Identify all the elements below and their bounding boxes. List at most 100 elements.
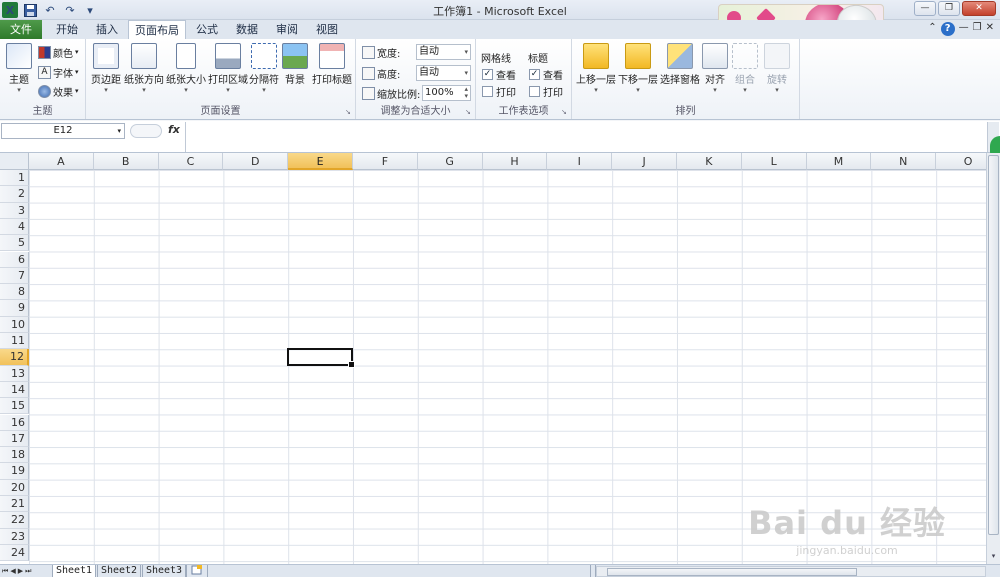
column-header-h[interactable]: H (482, 153, 548, 170)
row-header-22[interactable]: 22 (0, 512, 29, 529)
background-button[interactable]: 背景 (282, 43, 308, 86)
colors-button[interactable]: 颜色 ▾ (38, 44, 79, 60)
column-header-d[interactable]: D (223, 153, 289, 170)
align-button[interactable]: 对齐 ▾ (702, 43, 728, 94)
restore-button[interactable]: ❐ (938, 1, 960, 16)
row-header-10[interactable]: 10 (0, 316, 29, 333)
row-header-20[interactable]: 20 (0, 479, 29, 496)
row-header-24[interactable]: 24 (0, 544, 29, 562)
active-cell[interactable] (287, 348, 355, 368)
tab-review[interactable]: 审阅 (268, 20, 306, 39)
column-header-b[interactable]: B (93, 153, 159, 170)
row-header-18[interactable]: 18 (0, 447, 29, 464)
column-header-j[interactable]: J (612, 153, 677, 170)
fonts-button[interactable]: A 字体 ▾ (38, 64, 79, 80)
gridlines-print-checkbox[interactable]: 打印 (482, 84, 516, 99)
sheet-tab-sheet1[interactable]: Sheet1 (52, 565, 96, 577)
doc-restore-icon[interactable]: ❐ (973, 22, 982, 36)
tab-insert[interactable]: 插入 (88, 20, 126, 39)
row-header-8[interactable]: 8 (0, 284, 29, 301)
insert-sheet-button[interactable] (186, 565, 208, 577)
headings-view-checkbox[interactable]: ✓ 查看 (529, 67, 563, 82)
row-header-15[interactable]: 15 (0, 398, 29, 415)
sheet-tab-sheet2[interactable]: Sheet2 (97, 565, 141, 577)
size-button[interactable]: 纸张大小 ▾ (166, 43, 206, 94)
sheet-nav-button-1[interactable]: ◀ (10, 565, 15, 577)
doc-close-icon[interactable]: ✕ (986, 22, 994, 36)
row-header-23[interactable]: 23 (0, 528, 29, 545)
close-button[interactable]: ✕ (962, 1, 996, 16)
sheet-tab-sheet3[interactable]: Sheet3 (142, 565, 186, 577)
name-box[interactable]: E12 ▾ (1, 123, 125, 139)
sheet-nav-button-2[interactable]: ▶ (18, 565, 23, 577)
row-header-5[interactable]: 5 (0, 235, 29, 252)
bring-forward-button[interactable]: 上移一层 ▾ (576, 43, 616, 94)
insert-function-button[interactable]: fx (168, 123, 180, 136)
row-header-1[interactable]: 1 (0, 170, 29, 187)
send-backward-button[interactable]: 下移一层 ▾ (618, 43, 658, 94)
page-setup-launcher-icon[interactable]: ↘ (345, 108, 353, 116)
help-icon[interactable]: ? (940, 22, 955, 36)
row-header-7[interactable]: 7 (0, 267, 29, 285)
effects-button[interactable]: 效果 ▾ (38, 83, 79, 99)
column-header-e[interactable]: E (288, 153, 353, 170)
scale-launcher-icon[interactable]: ↘ (465, 108, 473, 116)
row-header-16[interactable]: 16 (0, 414, 29, 431)
column-header-f[interactable]: F (353, 153, 418, 170)
vertical-scroll-thumb[interactable] (988, 155, 999, 535)
tab-file[interactable]: 文件 (0, 20, 42, 39)
headings-print-checkbox[interactable]: 打印 (529, 84, 563, 99)
vertical-scrollbar[interactable]: ▾ (986, 153, 1000, 564)
column-header-o[interactable]: O (936, 153, 986, 170)
minimize-button[interactable]: — (914, 1, 936, 16)
orientation-button[interactable]: 纸张方向 ▾ (124, 43, 164, 94)
tab-home[interactable]: 开始 (48, 20, 86, 39)
tab-formulas[interactable]: 公式 (188, 20, 226, 39)
width-select[interactable]: 自动 ▾ (416, 44, 471, 60)
column-header-c[interactable]: C (158, 153, 224, 170)
column-header-l[interactable]: L (741, 153, 807, 170)
column-header-k[interactable]: K (677, 153, 742, 170)
row-header-12[interactable]: 12 (0, 349, 29, 366)
column-header-g[interactable]: G (417, 153, 483, 170)
tab-page-layout[interactable]: 页面布局 (128, 20, 186, 39)
scroll-down-arrow-icon[interactable]: ▾ (987, 552, 1000, 564)
margins-button[interactable]: 页边距 ▾ (90, 43, 122, 94)
row-header-3[interactable]: 3 (0, 202, 29, 219)
row-header-2[interactable]: 2 (0, 186, 29, 203)
row-header-14[interactable]: 14 (0, 381, 29, 399)
row-header-13[interactable]: 13 (0, 365, 29, 382)
column-header-a[interactable]: A (29, 153, 94, 170)
doc-minimize-icon[interactable]: — (959, 22, 969, 36)
gridlines-view-checkbox[interactable]: ✓ 查看 (482, 67, 516, 82)
row-header-9[interactable]: 9 (0, 300, 29, 317)
tab-data[interactable]: 数据 (228, 20, 266, 39)
themes-button[interactable]: 主题 ▾ (4, 43, 34, 94)
horizontal-scroll-thumb[interactable] (607, 568, 857, 576)
row-header-6[interactable]: 6 (0, 251, 29, 268)
row-header-4[interactable]: 4 (0, 218, 29, 236)
selection-pane-button[interactable]: 选择窗格 (660, 43, 700, 86)
column-header-m[interactable]: M (806, 153, 872, 170)
formula-input[interactable] (185, 122, 987, 152)
height-select[interactable]: 自动 ▾ (416, 65, 471, 81)
select-all-corner[interactable] (0, 153, 29, 170)
print-titles-button[interactable]: 打印标题 (312, 43, 352, 86)
row-header-17[interactable]: 17 (0, 430, 29, 448)
horizontal-scrollbar[interactable] (596, 566, 986, 577)
row-header-21[interactable]: 21 (0, 496, 29, 513)
rotate-button[interactable]: 旋转 ▾ (764, 43, 790, 94)
breaks-button[interactable]: 分隔符 ▾ (249, 43, 279, 94)
minimize-ribbon-icon[interactable]: ⌃ (928, 22, 936, 36)
sheet-options-launcher-icon[interactable]: ↘ (561, 108, 569, 116)
column-header-n[interactable]: N (871, 153, 937, 170)
row-header-19[interactable]: 19 (0, 463, 29, 480)
row-header-11[interactable]: 11 (0, 333, 29, 350)
scale-stepper[interactable]: 100% ▴ ▾ (422, 85, 471, 101)
sheet-nav-button-0[interactable]: ⏮ (2, 565, 8, 577)
sheet-nav-button-3[interactable]: ⏭ (25, 565, 31, 577)
tab-view[interactable]: 视图 (308, 20, 346, 39)
column-header-i[interactable]: I (547, 153, 613, 170)
group-button[interactable]: 组合 ▾ (732, 43, 758, 94)
print-area-button[interactable]: 打印区域 ▾ (208, 43, 248, 94)
